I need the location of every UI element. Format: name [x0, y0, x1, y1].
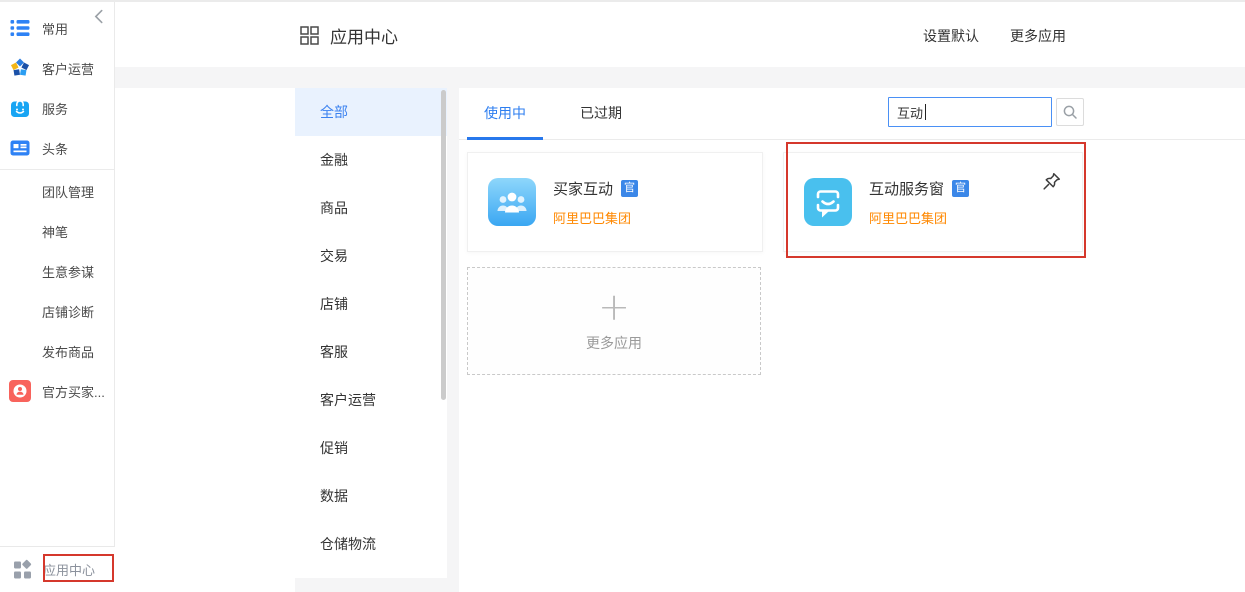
chevron-left-icon — [93, 9, 104, 24]
more-apps-card[interactable]: + 更多应用 — [467, 267, 761, 375]
sidebar-item-toutiao[interactable]: 头条 — [0, 128, 114, 168]
sidebar-item-label: 应用中心 — [43, 560, 95, 579]
category-shop[interactable]: 店铺 — [295, 280, 447, 328]
buyers-group-app-icon — [488, 178, 536, 226]
sidebar-item-label: 发布商品 — [42, 342, 94, 361]
sidebar-item-label: 生意参谋 — [42, 262, 94, 281]
official-badge: 官 — [952, 180, 969, 197]
more-apps-label: 更多应用 — [586, 333, 642, 353]
buyer-icon — [9, 380, 31, 402]
app-vendor-link[interactable]: 阿里巴巴集团 — [553, 208, 638, 227]
category-goods[interactable]: 商品 — [295, 184, 447, 232]
category-all[interactable]: 全部 — [295, 88, 447, 136]
search-button[interactable] — [1056, 98, 1084, 126]
app-info: 互动服务窗 官 阿里巴巴集团 — [869, 178, 969, 227]
sidebar-item-app-center[interactable]: 应用中心 — [0, 546, 115, 592]
app-info: 买家互动 官 阿里巴巴集团 — [553, 178, 638, 227]
text-caret — [925, 104, 926, 120]
plus-icon: + — [598, 289, 630, 325]
category-data[interactable]: 数据 — [295, 472, 447, 520]
app-card-buyer-interaction[interactable]: 买家互动 官 阿里巴巴集团 — [467, 152, 763, 252]
main-left-gutter — [115, 88, 295, 592]
category-finance[interactable]: 金融 — [295, 136, 447, 184]
collapse-sidebar-button[interactable] — [93, 9, 104, 29]
sidebar-item-shengyicanmou[interactable]: 生意参谋 — [0, 251, 114, 291]
app-sidebar: 常用 客户运营 服务 头条 团队管理 神笔 生意参谋 — [0, 0, 115, 592]
sidebar-item-dianpuzhenduan[interactable]: 店铺诊断 — [0, 291, 114, 331]
category-service[interactable]: 客服 — [295, 328, 447, 376]
grid-icon — [300, 26, 319, 45]
sidebar-item-label: 客户运营 — [42, 59, 94, 78]
sidebar-item-label: 官方买家... — [42, 382, 105, 401]
sidebar-item-label: 常用 — [42, 19, 68, 38]
official-badge: 官 — [621, 180, 638, 197]
app-list-panel: 使用中 已过期 买家互动 官 阿里巴巴集团 互动服务窗 官 阿里巴巴集团 — [459, 88, 1245, 592]
pushpin-icon — [1041, 171, 1062, 192]
news-icon — [9, 137, 31, 159]
sidebar-item-tuanduiguanli[interactable]: 团队管理 — [0, 171, 114, 211]
category-promotion[interactable]: 促销 — [295, 424, 447, 472]
sidebar-item-kehuyunying[interactable]: 客户运营 — [0, 48, 114, 88]
sidebar-item-label: 神笔 — [42, 222, 68, 241]
app-name: 买家互动 — [553, 178, 613, 199]
category-scrollbar[interactable] — [441, 90, 446, 400]
search-icon — [1062, 104, 1078, 120]
app-vendor-link[interactable]: 阿里巴巴集团 — [869, 208, 969, 227]
sidebar-item-label: 店铺诊断 — [42, 302, 94, 321]
pinwheel-icon — [9, 57, 31, 79]
header-actions: 设置默认 更多应用 — [923, 26, 1066, 46]
search-input[interactable] — [888, 97, 1052, 127]
category-trade[interactable]: 交易 — [295, 232, 447, 280]
list-icon — [9, 17, 31, 39]
top-divider — [0, 0, 1245, 2]
sidebar-item-label: 头条 — [42, 139, 68, 158]
tab-in-use[interactable]: 使用中 — [467, 88, 543, 140]
app-card-interactive-service-window[interactable]: 互动服务窗 官 阿里巴巴集团 — [783, 152, 1083, 252]
sidebar-item-shenbi[interactable]: 神笔 — [0, 211, 114, 251]
sidebar-item-label: 服务 — [42, 99, 68, 118]
app-name: 互动服务窗 — [869, 178, 944, 199]
category-customer-ops[interactable]: 客户运营 — [295, 376, 447, 424]
tab-bar: 使用中 已过期 — [459, 88, 1245, 140]
sidebar-item-fabushangpin[interactable]: 发布商品 — [0, 331, 114, 371]
more-apps-button[interactable]: 更多应用 — [1010, 26, 1066, 46]
pin-app-button[interactable] — [1041, 171, 1062, 197]
category-warehouse-logistics[interactable]: 仓储物流 — [295, 520, 447, 568]
category-panel: 全部 金融 商品 交易 店铺 客服 客户运营 促销 数据 仓储物流 — [295, 88, 447, 578]
sidebar-item-guanfangmaijia[interactable]: 官方买家... — [0, 371, 114, 411]
page-header: 应用中心 设置默认 更多应用 — [115, 0, 1245, 67]
page-title: 应用中心 — [300, 23, 398, 48]
chat-window-app-icon — [804, 178, 852, 226]
app-center-icon — [12, 559, 34, 581]
sidebar-item-fuwu[interactable]: 服务 — [0, 88, 114, 128]
tab-expired[interactable]: 已过期 — [563, 88, 639, 140]
set-default-button[interactable]: 设置默认 — [923, 26, 979, 46]
page-title-text: 应用中心 — [330, 23, 398, 48]
sidebar-divider — [0, 169, 114, 170]
sidebar-item-label: 团队管理 — [42, 182, 94, 201]
bag-icon — [9, 97, 31, 119]
